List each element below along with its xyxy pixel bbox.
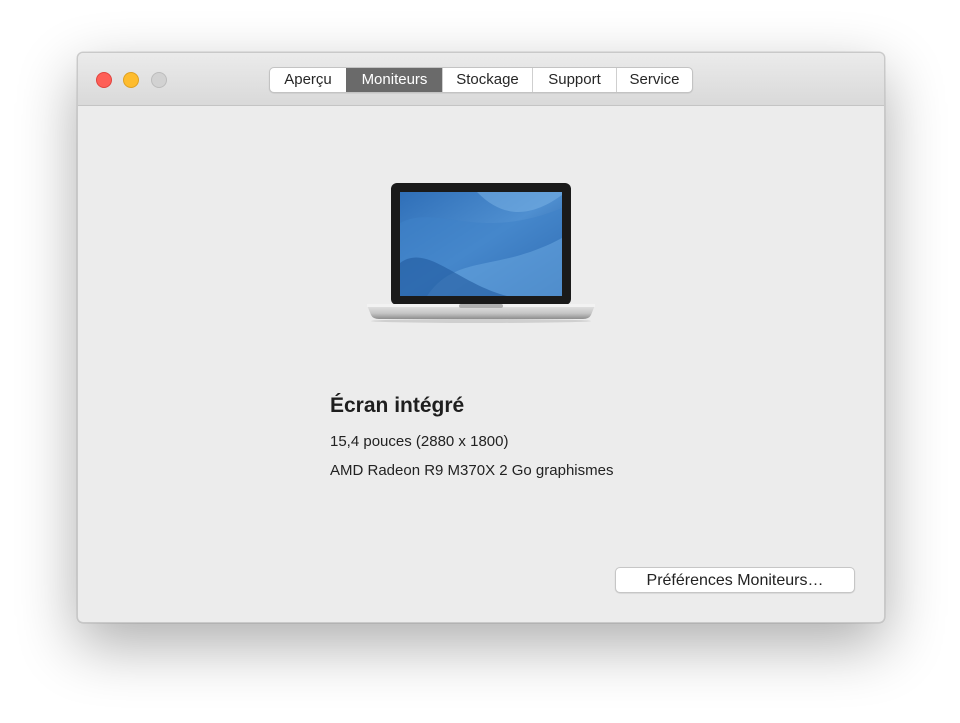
display-graphics: AMD Radeon R9 M370X 2 Go graphismes <box>330 462 614 479</box>
zoom-window-button[interactable] <box>151 72 167 88</box>
laptop-icon <box>367 183 595 323</box>
title-bar[interactable]: Aperçu Moniteurs Stockage Support Servic… <box>78 53 884 106</box>
tab-apercu[interactable]: Aperçu <box>270 68 346 92</box>
display-name: Écran intégré <box>330 394 465 417</box>
about-this-mac-window: Aperçu Moniteurs Stockage Support Servic… <box>77 52 885 623</box>
tab-stockage[interactable]: Stockage <box>442 68 532 92</box>
minimize-window-button[interactable] <box>123 72 139 88</box>
desktop-background: Aperçu Moniteurs Stockage Support Servic… <box>0 0 960 723</box>
close-window-button[interactable] <box>96 72 112 88</box>
tab-bar: Aperçu Moniteurs Stockage Support Servic… <box>269 67 693 93</box>
display-size: 15,4 pouces (2880 x 1800) <box>330 433 509 450</box>
tab-moniteurs[interactable]: Moniteurs <box>346 68 442 92</box>
tab-service[interactable]: Service <box>616 68 692 92</box>
tab-support[interactable]: Support <box>532 68 616 92</box>
display-preferences-button[interactable]: Préférences Moniteurs… <box>615 567 855 593</box>
